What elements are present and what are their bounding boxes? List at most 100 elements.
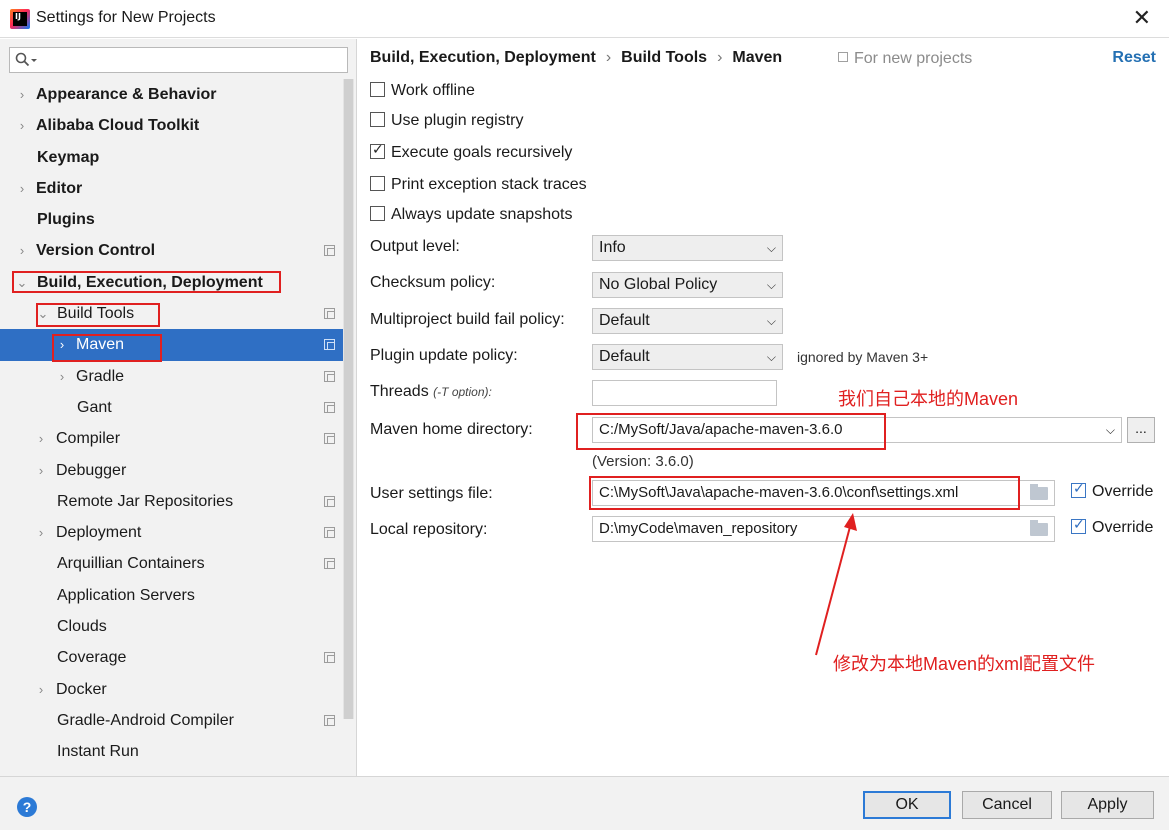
sidebar-item-build-tools[interactable]: ⌄ Build Tools bbox=[0, 298, 343, 329]
sidebar-item-docker[interactable]: › Docker bbox=[0, 674, 343, 705]
use-plugin-registry-checkbox[interactable]: Use plugin registry bbox=[370, 112, 524, 130]
breadcrumb-item: Maven bbox=[732, 49, 783, 66]
breadcrumb-separator: › bbox=[717, 49, 723, 66]
chevron-right-icon[interactable]: › bbox=[15, 110, 29, 141]
checkbox-box-checked[interactable] bbox=[370, 142, 385, 159]
close-icon[interactable]: ✕ bbox=[1133, 6, 1151, 30]
project-scope-icon bbox=[324, 495, 335, 507]
dropdown-value: Default bbox=[599, 312, 650, 329]
cancel-button[interactable]: Cancel bbox=[962, 791, 1052, 819]
work-offline-checkbox[interactable]: Work offline bbox=[370, 82, 475, 100]
dropdown-value: No Global Policy bbox=[599, 276, 718, 293]
sidebar-item-label: Gradle-Android Compiler bbox=[57, 711, 234, 729]
sidebar-item-required-plugins[interactable]: Required Plugins bbox=[0, 768, 343, 776]
local-repository-label: Local repository: bbox=[370, 521, 488, 538]
project-scope-icon bbox=[324, 527, 335, 539]
checkbox-box-checked[interactable] bbox=[1071, 481, 1086, 498]
checkbox-box-checked[interactable] bbox=[1071, 517, 1086, 534]
chevron-right-icon[interactable]: › bbox=[15, 173, 29, 204]
settings-sidebar: › Appearance & Behavior › Alibaba Cloud … bbox=[0, 39, 357, 776]
sidebar-item-label: Plugins bbox=[37, 211, 95, 229]
maven-home-combo[interactable]: C:/MySoft/Java/apache-maven-3.6.0 ⌵ bbox=[592, 417, 1122, 443]
project-scope-icon bbox=[324, 433, 335, 445]
project-scope-icon bbox=[838, 52, 848, 62]
plugin-update-policy-dropdown[interactable]: Default ⌵ bbox=[592, 344, 783, 370]
chevron-right-icon[interactable]: › bbox=[15, 235, 29, 266]
chevron-right-icon[interactable]: › bbox=[34, 455, 48, 486]
sidebar-item-label: Version Control bbox=[36, 242, 156, 260]
chevron-right-icon[interactable]: › bbox=[55, 361, 69, 392]
sidebar-item-label: Clouds bbox=[57, 618, 107, 636]
checksum-policy-dropdown[interactable]: No Global Policy ⌵ bbox=[592, 272, 783, 298]
sidebar-item-appearance[interactable]: › Appearance & Behavior bbox=[0, 79, 343, 110]
print-exception-stack-traces-checkbox[interactable]: Print exception stack traces bbox=[370, 176, 587, 194]
sidebar-item-gradle[interactable]: › Gradle bbox=[0, 361, 343, 392]
sidebar-item-label: Coverage bbox=[57, 649, 127, 667]
reset-link[interactable]: Reset bbox=[1112, 49, 1156, 67]
sidebar-item-instant-run[interactable]: Instant Run bbox=[0, 736, 343, 767]
checkbox-box[interactable] bbox=[370, 176, 385, 191]
output-level-label: Output level: bbox=[370, 238, 460, 255]
chevron-down-icon: ⌵ bbox=[766, 241, 776, 255]
sidebar-item-deployment[interactable]: › Deployment bbox=[0, 517, 343, 548]
sidebar-item-label: Arquillian Containers bbox=[57, 555, 205, 573]
ok-button[interactable]: OK bbox=[863, 791, 951, 819]
maven-home-label: Maven home directory: bbox=[370, 421, 533, 438]
chevron-right-icon[interactable]: › bbox=[15, 79, 29, 110]
chevron-right-icon[interactable]: › bbox=[34, 423, 48, 454]
folder-icon[interactable] bbox=[1030, 484, 1048, 500]
settings-tree: › Appearance & Behavior › Alibaba Cloud … bbox=[0, 79, 343, 776]
project-scope-icon bbox=[324, 370, 335, 382]
threads-input[interactable] bbox=[592, 380, 777, 406]
chevron-right-icon[interactable]: › bbox=[55, 329, 69, 360]
search-icon bbox=[15, 52, 37, 67]
sidebar-item-version-control[interactable]: › Version Control bbox=[0, 235, 343, 266]
sidebar-item-editor[interactable]: › Editor bbox=[0, 173, 343, 204]
sidebar-item-label: Application Servers bbox=[57, 586, 195, 604]
dropdown-value: Default bbox=[599, 348, 650, 365]
help-icon[interactable]: ? bbox=[17, 797, 37, 817]
sidebar-item-label: Gant bbox=[77, 398, 112, 416]
execute-goals-recursively-checkbox[interactable]: Execute goals recursively bbox=[370, 142, 572, 162]
local-repository-value: D:\myCode\maven_repository bbox=[599, 520, 798, 537]
checkbox-label: Override bbox=[1092, 483, 1154, 500]
local-repository-override-checkbox[interactable]: Override bbox=[1071, 517, 1153, 537]
chevron-down-icon: ⌵ bbox=[766, 350, 776, 364]
folder-icon[interactable] bbox=[1030, 520, 1048, 536]
output-level-dropdown[interactable]: Info ⌵ bbox=[592, 235, 783, 261]
search-input[interactable] bbox=[9, 47, 348, 73]
maven-home-browse-button[interactable]: ... bbox=[1127, 417, 1155, 443]
chevron-down-icon[interactable]: ⌄ bbox=[36, 298, 50, 329]
checkbox-label: Work offline bbox=[391, 82, 475, 99]
sidebar-item-build-execution-deployment[interactable]: ⌄ Build, Execution, Deployment bbox=[0, 267, 343, 298]
sidebar-item-application-servers[interactable]: Application Servers bbox=[0, 580, 343, 611]
sidebar-item-compiler[interactable]: › Compiler bbox=[0, 423, 343, 454]
checkbox-box[interactable] bbox=[370, 112, 385, 127]
scrollbar-thumb[interactable] bbox=[344, 79, 353, 719]
sidebar-item-debugger[interactable]: › Debugger bbox=[0, 455, 343, 486]
always-update-snapshots-checkbox[interactable]: Always update snapshots bbox=[370, 206, 572, 224]
sidebar-item-maven[interactable]: › Maven bbox=[0, 329, 343, 361]
sidebar-item-plugins[interactable]: Plugins bbox=[0, 204, 343, 235]
checkbox-box[interactable] bbox=[370, 82, 385, 97]
chevron-right-icon[interactable]: › bbox=[34, 674, 48, 705]
user-settings-value: C:\MySoft\Java\apache-maven-3.6.0\conf\s… bbox=[599, 484, 959, 501]
sidebar-item-clouds[interactable]: Clouds bbox=[0, 611, 343, 642]
sidebar-item-gant[interactable]: Gant bbox=[0, 392, 343, 423]
apply-button[interactable]: Apply bbox=[1061, 791, 1154, 819]
multiproject-fail-policy-dropdown[interactable]: Default ⌵ bbox=[592, 308, 783, 334]
sidebar-item-arquillian-containers[interactable]: Arquillian Containers bbox=[0, 548, 343, 579]
chevron-right-icon[interactable]: › bbox=[34, 517, 48, 548]
sidebar-item-coverage[interactable]: Coverage bbox=[0, 642, 343, 673]
sidebar-item-remote-jar-repositories[interactable]: Remote Jar Repositories bbox=[0, 486, 343, 517]
maven-settings-panel: Build, Execution, Deployment › Build Tools… bbox=[358, 39, 1169, 776]
intellij-logo-icon: IJ bbox=[10, 9, 30, 29]
sidebar-item-alibaba-cloud[interactable]: › Alibaba Cloud Toolkit bbox=[0, 110, 343, 141]
user-settings-input[interactable]: C:\MySoft\Java\apache-maven-3.6.0\conf\s… bbox=[592, 480, 1055, 506]
user-settings-override-checkbox[interactable]: Override bbox=[1071, 481, 1154, 501]
sidebar-item-keymap[interactable]: Keymap bbox=[0, 142, 343, 173]
chevron-down-icon[interactable]: ⌄ bbox=[15, 267, 29, 298]
sidebar-item-gradle-android-compiler[interactable]: Gradle-Android Compiler bbox=[0, 705, 343, 736]
checkbox-box[interactable] bbox=[370, 206, 385, 221]
sidebar-scrollbar[interactable] bbox=[343, 79, 354, 719]
